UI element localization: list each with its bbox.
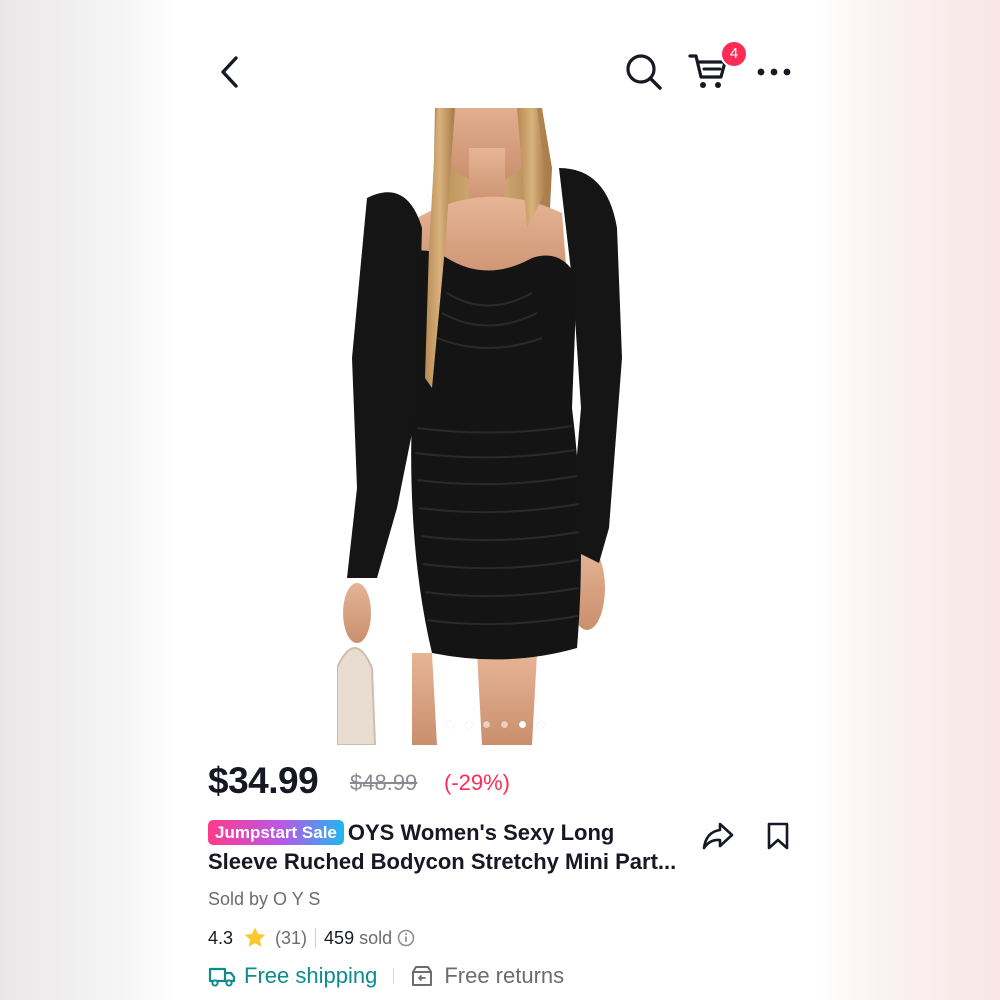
free-returns-label: Free returns [444,963,565,988]
carousel-dot[interactable] [447,721,454,728]
product-photo [337,108,622,745]
cart-count-badge: 4 [720,40,748,68]
carousel-dot[interactable] [465,721,472,728]
rating-row[interactable]: 4.3 (31) 459 sold [208,926,415,950]
carousel-dot[interactable] [483,721,490,728]
seller-name[interactable]: Sold by O Y S [208,889,320,910]
free-shipping-label: Free shipping [244,963,378,988]
back-button[interactable] [212,50,248,94]
return-box-icon [412,966,433,986]
carousel-dots [447,721,544,728]
sale-badge: Jumpstart Sale [208,820,344,845]
chevron-left-icon [221,56,238,88]
product-image-gallery[interactable] [337,108,667,745]
current-price: $34.99 [208,760,319,801]
share-icon [702,822,734,850]
search-icon [626,54,662,90]
discount-percent: (-29%) [444,770,511,795]
carousel-dot[interactable] [501,721,508,728]
divider [315,928,317,948]
bookmark-icon [767,822,789,850]
original-price: $48.99 [350,770,418,795]
more-button[interactable] [754,54,794,90]
save-button[interactable] [762,818,794,854]
truck-icon [208,967,236,987]
search-button[interactable] [622,50,666,94]
divider [393,968,395,984]
carousel-dot-active[interactable] [519,721,526,728]
sold-count: 459 [324,927,355,948]
shipping-row[interactable]: Free shipping Free returns [208,963,564,989]
share-button[interactable] [700,818,736,854]
review-count[interactable]: (31) [275,928,307,949]
rating-score: 4.3 [208,927,234,948]
product-page: 4 $34.99 $48.99 (-29%) Jumpstart Sale OY… [182,0,820,1000]
product-title[interactable]: Jumpstart Sale OYS Women's Sexy Long Slee… [208,818,688,876]
sold-label: sold [359,927,393,948]
more-horizontal-icon [757,68,791,76]
info-icon[interactable] [397,929,415,947]
carousel-dot[interactable] [537,721,544,728]
star-icon [244,927,266,947]
